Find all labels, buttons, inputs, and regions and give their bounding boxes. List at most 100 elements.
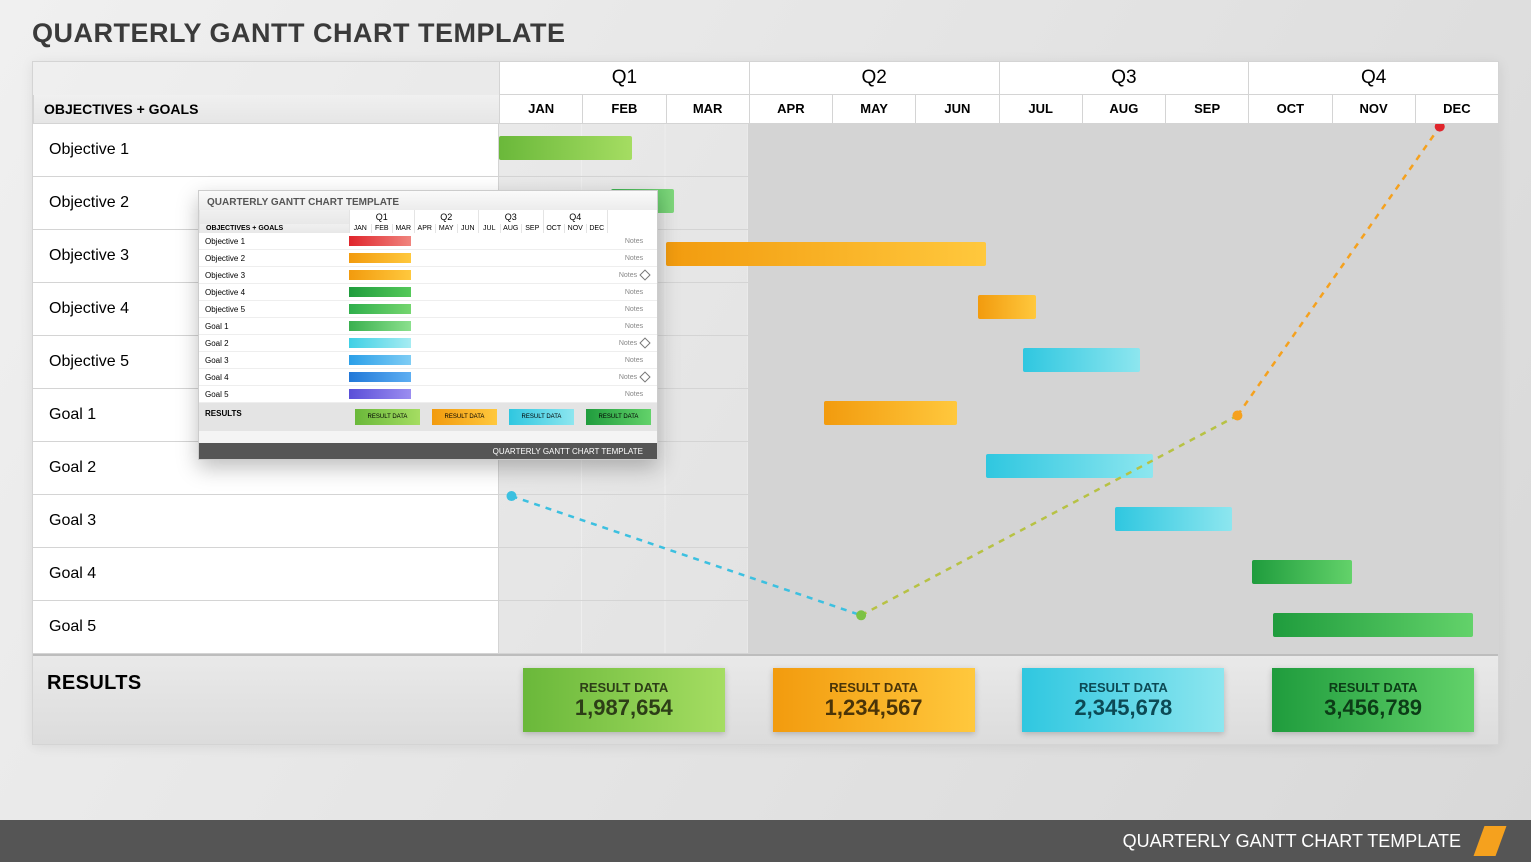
- month-jul: JUL: [999, 95, 1082, 124]
- mini-month: JAN: [349, 224, 371, 233]
- gantt-bar: [986, 454, 1153, 478]
- gantt-row: Goal 4: [33, 548, 1498, 601]
- mini-month: MAY: [435, 224, 457, 233]
- mini-row: Objective 3Notes: [199, 267, 657, 284]
- month-jan: JAN: [499, 95, 582, 124]
- result-q3: RESULT DATA2,345,678: [1022, 668, 1224, 732]
- mini-row: Goal 2Notes: [199, 335, 657, 352]
- mini-month: OCT: [543, 224, 565, 233]
- month-oct: OCT: [1248, 95, 1331, 124]
- diamond-icon: [639, 337, 650, 348]
- mini-q4: Q4: [543, 210, 608, 224]
- mini-row: Goal 5Notes: [199, 386, 657, 403]
- mini-bar: [349, 321, 411, 331]
- mini-notes: Notes: [609, 301, 659, 317]
- mini-row: Objective 2Notes: [199, 250, 657, 267]
- results-row: RESULTS RESULT DATA1,987,654 RESULT DATA…: [33, 654, 1498, 744]
- results-label: RESULTS: [33, 656, 499, 744]
- mini-month: FEB: [371, 224, 393, 233]
- month-sep: SEP: [1165, 95, 1248, 124]
- mini-bar: [349, 355, 411, 365]
- mini-notes: Notes: [609, 250, 659, 266]
- mini-month: JUL: [478, 224, 500, 233]
- row-label: Goal 5: [33, 601, 499, 653]
- mini-notes: Notes: [609, 335, 659, 351]
- mini-month: SEP: [521, 224, 543, 233]
- mini-bar: [349, 304, 411, 314]
- mini-row: Objective 1Notes: [199, 233, 657, 250]
- month-header-row: OBJECTIVES + GOALS JAN FEB MAR APR MAY J…: [33, 95, 1498, 124]
- mini-row: Objective 4Notes: [199, 284, 657, 301]
- quarter-q3: Q3: [999, 62, 1249, 95]
- diamond-icon: [639, 269, 650, 280]
- result-q1: RESULT DATA1,987,654: [523, 668, 725, 732]
- mini-bar: [349, 236, 411, 246]
- mini-title: QUARTERLY GANTT CHART TEMPLATE: [199, 191, 657, 210]
- mini-q3: Q3: [478, 210, 543, 224]
- mini-row: Goal 3Notes: [199, 352, 657, 369]
- quarter-q1: Q1: [499, 62, 749, 95]
- mini-result-q2: RESULT DATA: [432, 409, 497, 425]
- mini-preview: QUARTERLY GANTT CHART TEMPLATE Q1 Q2 Q3 …: [198, 190, 658, 460]
- month-aug: AUG: [1082, 95, 1165, 124]
- mini-bar: [349, 270, 411, 280]
- month-mar: MAR: [666, 95, 749, 124]
- mini-result-q4: RESULT DATA: [586, 409, 651, 425]
- month-may: MAY: [832, 95, 915, 124]
- quarter-header-row: Q1 Q2 Q3 Q4: [33, 62, 1498, 95]
- mini-bar: [349, 253, 411, 263]
- mini-bar: [349, 287, 411, 297]
- gantt-bar: [666, 242, 987, 266]
- mini-bar: [349, 389, 411, 399]
- mini-notes: Notes: [609, 318, 659, 334]
- gantt-bar: [1115, 507, 1232, 531]
- page-title: QUARTERLY GANTT CHART TEMPLATE: [32, 18, 1499, 49]
- month-feb: FEB: [582, 95, 665, 124]
- mini-objectives-label: OBJECTIVES + GOALS: [199, 224, 349, 233]
- quarter-q4: Q4: [1248, 62, 1498, 95]
- gantt-bar: [1252, 560, 1352, 584]
- mini-bar: [349, 338, 411, 348]
- month-apr: APR: [749, 95, 832, 124]
- mini-notes: Notes: [609, 352, 659, 368]
- gantt-bar: [1023, 348, 1140, 372]
- month-dec: DEC: [1415, 95, 1498, 124]
- mini-bar: [349, 372, 411, 382]
- mini-q2: Q2: [414, 210, 479, 224]
- objectives-goals-label: OBJECTIVES + GOALS: [33, 95, 499, 124]
- row-label: Goal 4: [33, 548, 499, 600]
- mini-month: APR: [414, 224, 436, 233]
- mini-notes: Notes: [609, 386, 659, 402]
- mini-footer: QUARTERLY GANTT CHART TEMPLATE: [199, 443, 657, 459]
- page-footer: QUARTERLY GANTT CHART TEMPLATE: [0, 820, 1531, 862]
- mini-notes: Notes: [609, 233, 659, 249]
- mini-month: MAR: [392, 224, 414, 233]
- mini-notes: Notes: [609, 284, 659, 300]
- gantt-bar: [1273, 613, 1473, 637]
- gantt-bar: [824, 401, 957, 425]
- result-q2: RESULT DATA1,234,567: [773, 668, 975, 732]
- quarter-q2: Q2: [749, 62, 999, 95]
- mini-notes: Notes: [609, 267, 659, 283]
- mini-result-q1: RESULT DATA: [355, 409, 420, 425]
- footer-accent-icon: [1474, 826, 1507, 856]
- month-jun: JUN: [915, 95, 998, 124]
- mini-row: Goal 4Notes: [199, 369, 657, 386]
- month-nov: NOV: [1332, 95, 1415, 124]
- mini-month: AUG: [500, 224, 522, 233]
- mini-month: JUN: [457, 224, 479, 233]
- mini-results-label: RESULTS: [199, 403, 349, 431]
- gantt-row: Goal 5: [33, 601, 1498, 654]
- row-label: Objective 1: [33, 124, 499, 176]
- mini-row: Objective 5Notes: [199, 301, 657, 318]
- diamond-icon: [639, 371, 650, 382]
- gantt-bar: [499, 136, 632, 160]
- footer-title: QUARTERLY GANTT CHART TEMPLATE: [1123, 831, 1461, 852]
- gantt-row: Objective 1: [33, 124, 1498, 177]
- mini-month: DEC: [586, 224, 608, 233]
- gantt-bar: [978, 295, 1036, 319]
- result-q4: RESULT DATA3,456,789: [1272, 668, 1474, 732]
- mini-row: Goal 1Notes: [199, 318, 657, 335]
- mini-notes: Notes: [609, 369, 659, 385]
- mini-result-q3: RESULT DATA: [509, 409, 574, 425]
